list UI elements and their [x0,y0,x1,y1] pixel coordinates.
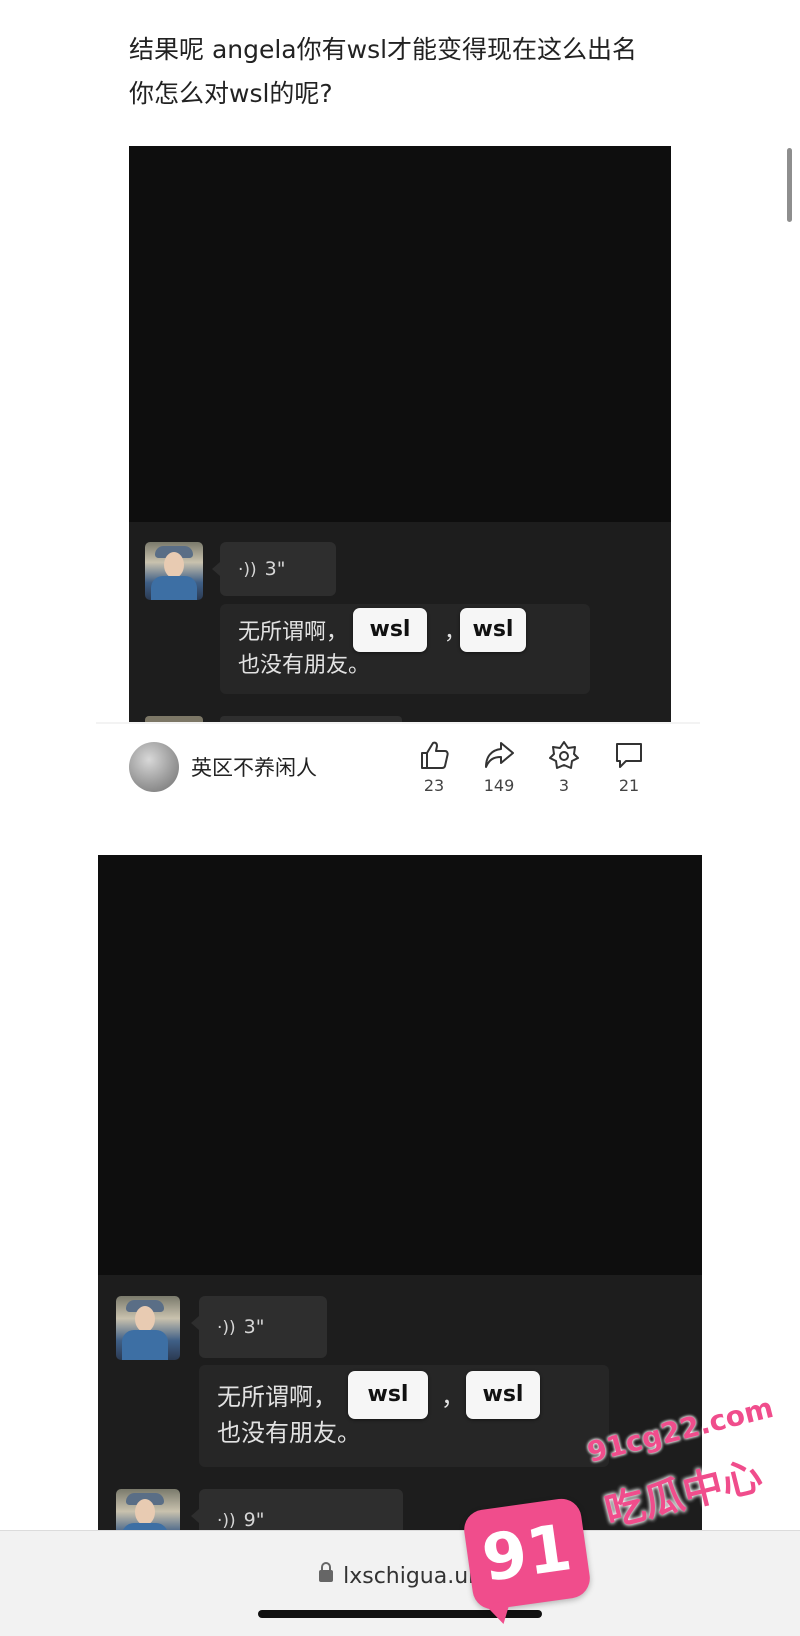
share-count: 149 [483,776,515,795]
divider [96,722,700,724]
comment-icon [616,743,642,768]
avatar [116,1296,180,1360]
video-area [98,855,702,1275]
wsl-tag: wsl [466,1371,540,1419]
comment-count: 21 [618,776,640,795]
share-button[interactable]: 149 [474,740,524,795]
wsl-tag: wsl [353,608,427,652]
author-avatar[interactable] [129,742,179,792]
voice-message[interactable]: ·)) 9" [191,1489,403,1531]
voice-message[interactable]: ·)) 3" [191,1296,327,1358]
voice-duration: 9" [243,1509,265,1531]
share-icon [485,742,514,768]
wsl-tag: wsl [348,1371,428,1419]
lock-icon [319,1562,334,1582]
watermark-logo: 91 [461,1496,593,1612]
like-count: 23 [423,776,445,795]
voice-wave-icon: ·)) [238,560,257,580]
avatar [145,542,203,600]
scrollbar[interactable] [787,148,792,222]
collect-count: 3 [558,776,570,795]
collect-star-icon [549,741,579,769]
wsl-tag: wsl [460,608,526,652]
url-display[interactable]: lxschigua.uk [0,1562,800,1589]
voice-duration: 3" [264,558,286,580]
voice-wave-icon: ·)) [217,1318,236,1338]
author-row: 英区不养闲人 23 149 3 21 [129,740,669,796]
author-name[interactable]: 英区不养闲人 [191,752,317,782]
voice-wave-icon: ·)) [217,1511,236,1531]
collect-button[interactable]: 3 [539,740,589,795]
voice-duration: 3" [243,1316,265,1338]
video-area [129,146,671,522]
url-text: lxschigua.uk [343,1564,481,1589]
comment-button[interactable]: 21 [604,740,654,795]
voice-message[interactable]: ·)) 3" [212,542,336,596]
avatar [116,1489,180,1531]
post-text: 结果呢 angela你有wsl才能变得现在这么出名 你怎么对wsl的呢? [129,35,638,108]
browser-address-bar[interactable]: lxschigua.uk [0,1530,800,1636]
thumbs-up-icon [421,741,449,769]
chat-screenshot-1[interactable]: ·)) 3" 无所谓啊， ，也没有朋友。 wsl wsl [129,146,671,722]
like-button[interactable]: 23 [409,740,459,795]
